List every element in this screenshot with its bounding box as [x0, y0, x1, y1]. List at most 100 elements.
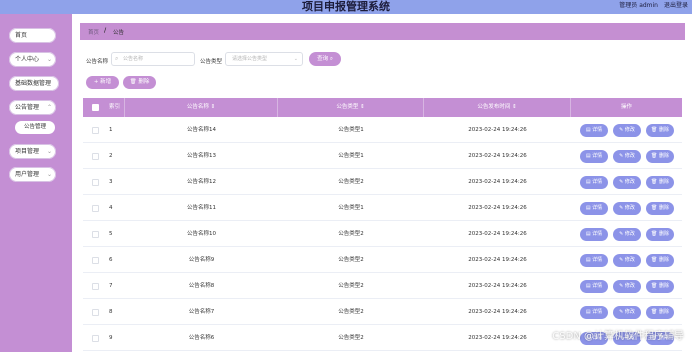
sidebar-item-label: 基础数据管理 — [15, 80, 52, 87]
trash-icon: 🗑 — [651, 205, 658, 211]
delete-button-label: 删除 — [658, 231, 669, 237]
trash-icon: 🗑 — [651, 231, 658, 237]
column-header-label: 操作 — [620, 104, 632, 110]
delete-button[interactable]: 🗑 删除 — [646, 280, 674, 293]
row-index: 2 — [109, 153, 113, 159]
column-header-label: 索引 — [108, 104, 120, 110]
notice-type-select[interactable]: 请选择公告类型 ⌄ — [225, 52, 303, 66]
logout-link[interactable]: 退出登录 — [664, 2, 688, 10]
row-type: 公告类型1 — [338, 205, 364, 211]
row-index: 5 — [109, 231, 113, 237]
detail-button-label: 详情 — [592, 257, 603, 263]
sort-icon: ⇕ — [360, 104, 365, 110]
top-bar: 项目申报管理系统 管理员 admin 退出登录 — [0, 0, 692, 14]
edit-button[interactable]: ✎ 修改 — [613, 176, 641, 189]
row-time: 2023-02-24 19:24:26 — [468, 283, 527, 289]
row-checkbox[interactable] — [92, 257, 99, 264]
sidebar-item-user-management[interactable]: 用户管理 ⌄ — [9, 167, 56, 182]
row-checkbox[interactable] — [92, 127, 99, 134]
edit-icon: ✎ — [619, 257, 624, 263]
delete-button[interactable]: 🗑 删除 — [646, 228, 674, 241]
sidebar-item-home[interactable]: 首页 — [9, 28, 56, 43]
delete-button[interactable]: 🗑 删除 — [646, 150, 674, 163]
row-checkbox[interactable] — [92, 231, 99, 238]
delete-button[interactable]: 🗑 删除 — [646, 176, 674, 189]
notice-name-placeholder: 公告名称 — [123, 56, 144, 62]
detail-button[interactable]: ▤ 详情 — [580, 150, 608, 163]
breadcrumb-home[interactable]: 首页 — [88, 28, 99, 36]
notice-name-input[interactable]: ⌕ 公告名称 — [111, 52, 195, 66]
row-name: 公告名称8 — [188, 283, 215, 289]
chevron-up-icon: ⌃ — [46, 104, 52, 111]
column-header-time[interactable]: 公告发布时间 ⇕ — [424, 98, 571, 117]
batch-delete-button[interactable]: 🗑 删除 — [123, 76, 156, 89]
column-header-label: 公告名称 — [186, 104, 209, 110]
select-all-checkbox[interactable] — [92, 104, 99, 111]
row-checkbox[interactable] — [92, 153, 99, 160]
sidebar-item-label: 首页 — [15, 32, 28, 39]
trash-icon: 🗑 — [129, 79, 137, 85]
row-checkbox[interactable] — [92, 205, 99, 212]
detail-button[interactable]: ▤ 详情 — [580, 228, 608, 241]
row-name: 公告名称13 — [187, 153, 216, 159]
edit-button[interactable]: ✎ 修改 — [613, 124, 641, 137]
edit-icon: ✎ — [619, 179, 624, 185]
sidebar-item-base-data[interactable]: 基础数据管理 — [9, 76, 59, 91]
sidebar-item-personal-center[interactable]: 个人中心 ⌄ — [9, 52, 56, 67]
edit-button-label: 修改 — [624, 231, 635, 237]
detail-button[interactable]: ▤ 详情 — [580, 254, 608, 267]
detail-button[interactable]: ▤ 详情 — [580, 176, 608, 189]
delete-button-label: 删除 — [658, 179, 669, 185]
column-header-name[interactable]: 公告名称 ⇕ — [125, 98, 278, 117]
delete-button[interactable]: 🗑 删除 — [646, 124, 674, 137]
row-checkbox[interactable] — [92, 283, 99, 290]
delete-button[interactable]: 🗑 删除 — [646, 202, 674, 215]
edit-icon: ✎ — [619, 205, 624, 211]
detail-button[interactable]: ▤ 详情 — [580, 280, 608, 293]
detail-button-label: 详情 — [592, 309, 603, 315]
edit-button[interactable]: ✎ 修改 — [613, 202, 641, 215]
detail-icon: ▤ — [585, 153, 591, 159]
sort-icon: ⇕ — [210, 104, 216, 110]
delete-button[interactable]: 🗑 删除 — [646, 306, 674, 319]
row-index: 3 — [109, 179, 113, 185]
edit-icon: ✎ — [619, 127, 624, 133]
detail-icon: ▤ — [585, 179, 591, 185]
column-header-type[interactable]: 公告类型 ⇕ — [278, 98, 424, 117]
sidebar-item-notice-management[interactable]: 公告管理 ⌃ — [9, 100, 56, 115]
edit-button[interactable]: ✎ 修改 — [613, 306, 641, 319]
detail-button-label: 详情 — [592, 153, 603, 159]
edit-button[interactable]: ✎ 修改 — [613, 150, 641, 163]
row-time: 2023-02-24 19:24:26 — [468, 231, 527, 237]
delete-button[interactable]: 🗑 删除 — [646, 254, 674, 267]
add-button[interactable]: + 新增 — [86, 76, 119, 89]
row-index: 1 — [109, 127, 113, 133]
edit-button[interactable]: ✎ 修改 — [613, 228, 641, 241]
trash-icon: 🗑 — [651, 283, 658, 289]
detail-button[interactable]: ▤ 详情 — [580, 306, 608, 319]
row-type: 公告类型1 — [338, 127, 364, 133]
row-checkbox[interactable] — [92, 309, 99, 316]
sidebar-item-project-management[interactable]: 项目管理 ⌄ — [9, 144, 56, 159]
detail-button[interactable]: ▤ 详情 — [580, 124, 608, 137]
row-checkbox[interactable] — [92, 179, 99, 186]
search-button[interactable]: 查询 ⌕ — [309, 52, 341, 66]
detail-button[interactable]: ▤ 详情 — [580, 202, 608, 215]
detail-icon: ▤ — [585, 205, 591, 211]
current-user: 管理员 admin — [619, 2, 658, 9]
submenu-item-notice[interactable]: 公告管理 — [15, 121, 55, 134]
notice-type-placeholder: 请选择公告类型 — [232, 56, 268, 62]
delete-button-label: 删除 — [658, 153, 669, 159]
table-row: 3 公告名称12 公告类型2 2023-02-24 19:24:26 ▤ 详情 ✎ 修改 🗑… — [83, 170, 682, 195]
table-row: 7 公告名称8 公告类型2 2023-02-24 19:24:26 ▤ 详情 ✎ 修改 🗑 … — [83, 274, 682, 299]
row-type: 公告类型2 — [338, 231, 364, 237]
edit-button[interactable]: ✎ 修改 — [613, 254, 641, 267]
plus-icon: + — [93, 79, 99, 85]
edit-button-label: 修改 — [624, 179, 635, 185]
edit-button[interactable]: ✎ 修改 — [613, 280, 641, 293]
table-row: 4 公告名称11 公告类型1 2023-02-24 19:24:26 ▤ 详情 ✎ 修改 🗑… — [83, 196, 682, 221]
table-row: 8 公告名称7 公告类型2 2023-02-24 19:24:26 ▤ 详情 ✎ 修改 🗑 … — [83, 300, 682, 325]
row-checkbox[interactable] — [92, 335, 99, 342]
trash-icon: 🗑 — [651, 127, 658, 133]
row-name: 公告名称14 — [187, 127, 216, 133]
